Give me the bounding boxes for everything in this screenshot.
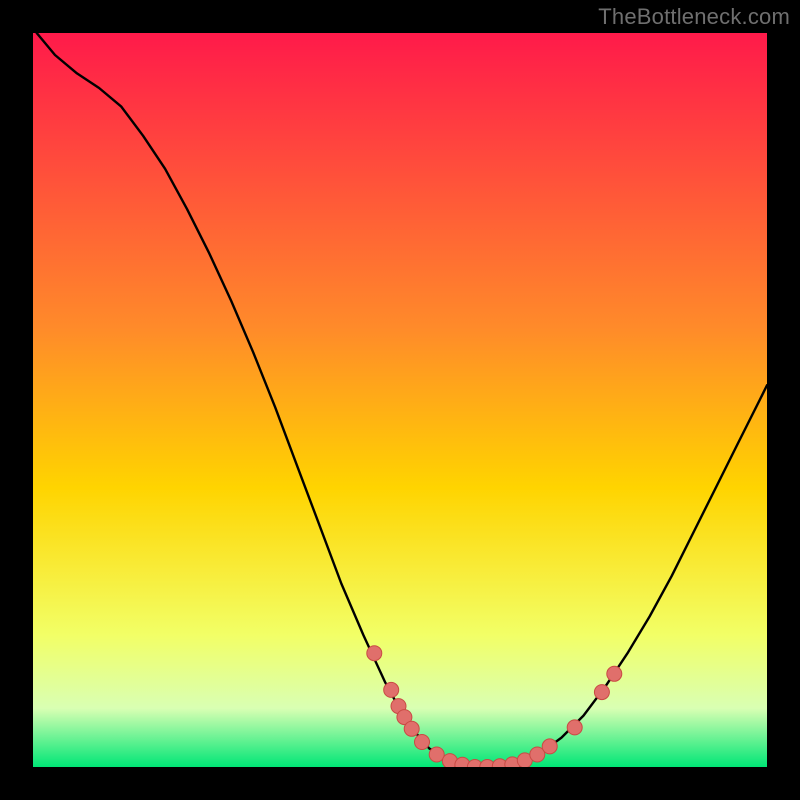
gradient-background <box>33 33 767 767</box>
data-dot <box>567 720 582 735</box>
watermark-text: TheBottleneck.com <box>598 4 790 30</box>
data-dot <box>415 735 430 750</box>
plot-area <box>33 33 767 767</box>
data-dot <box>404 721 419 736</box>
bottleneck-chart <box>33 33 767 767</box>
data-dot <box>542 739 557 754</box>
data-dot <box>607 666 622 681</box>
data-dot <box>367 646 382 661</box>
data-dot <box>594 685 609 700</box>
chart-frame: TheBottleneck.com <box>0 0 800 800</box>
data-dot <box>384 682 399 697</box>
data-dot <box>429 747 444 762</box>
